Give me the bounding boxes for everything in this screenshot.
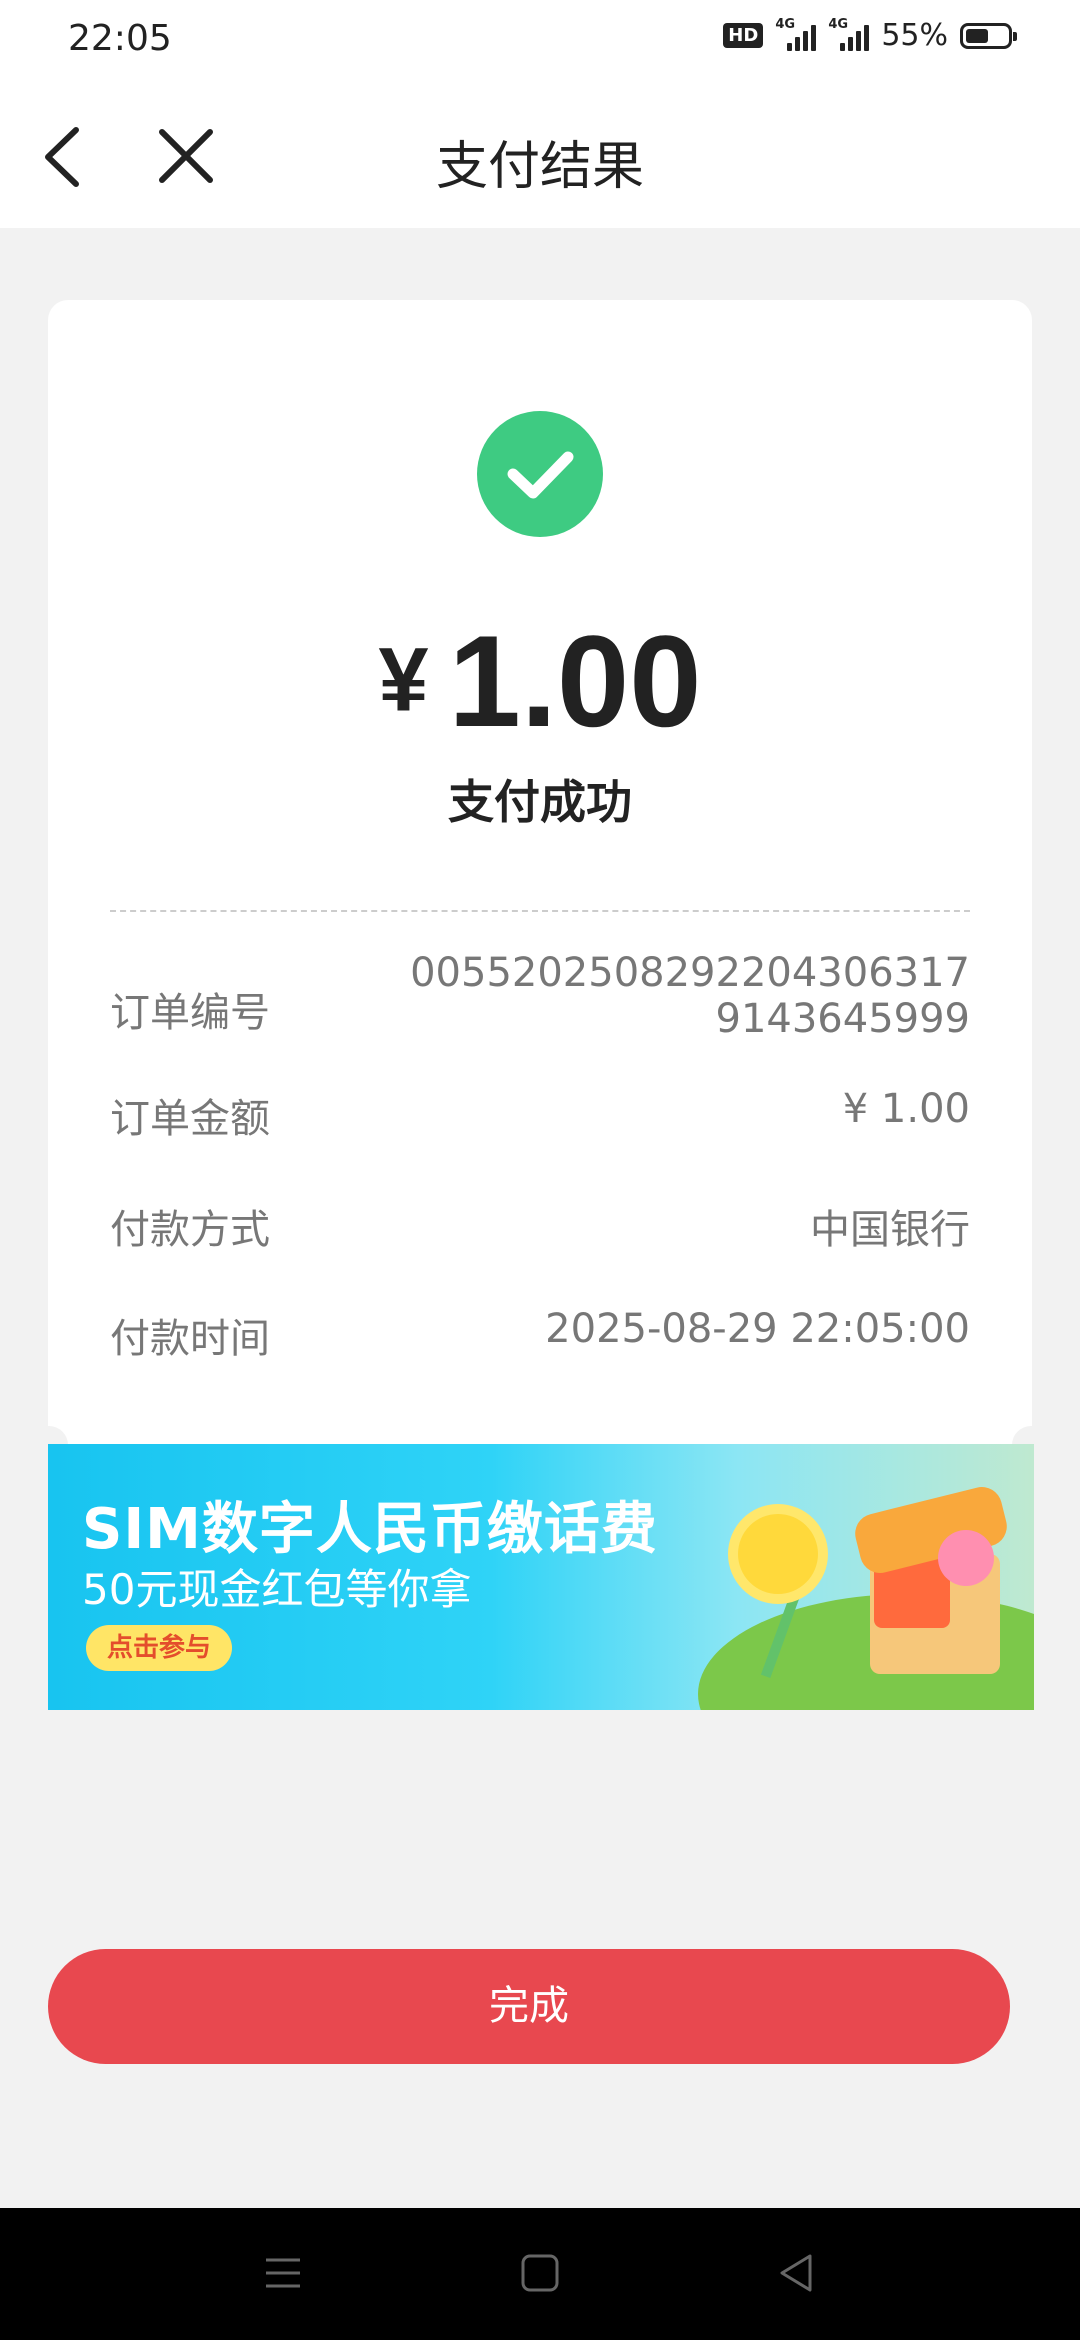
paid-amount: ¥1.00 xyxy=(0,606,1080,756)
payment-status: 支付成功 xyxy=(448,775,632,829)
system-nav-bar xyxy=(0,2208,1080,2340)
payment-time-value: 2025-08-29 22:05:00 xyxy=(545,1306,970,1352)
banner-subtitle: 50元现金红包等你拿 xyxy=(82,1565,472,1614)
promo-banner[interactable]: SIM数字人民币缴话费 50元现金红包等你拿 点击参与 xyxy=(48,1444,1034,1710)
payment-time-row: 付款时间 2025-08-29 22:05:00 xyxy=(110,1306,970,1366)
flower-graphic xyxy=(738,1514,818,1594)
order-number-value: 00552025082922043063​17 9143645999 xyxy=(410,950,970,1042)
back-triangle-icon[interactable] xyxy=(772,2248,822,2298)
battery-icon xyxy=(960,22,1017,49)
signal-icon-2: 4G xyxy=(828,17,870,51)
order-amount-row: 订单金额 ¥ 1.00 xyxy=(110,1086,970,1146)
amount-value: 1.00 xyxy=(448,608,702,754)
home-icon[interactable] xyxy=(515,2248,565,2298)
hd-badge: HD xyxy=(723,23,764,48)
signal-icon: 4G xyxy=(775,17,817,51)
clock: 22:05 xyxy=(68,18,172,59)
banner-title: SIM数字人民币缴话费 xyxy=(82,1497,658,1562)
currency-symbol: ¥ xyxy=(378,630,429,731)
payment-method-label: 付款方式 xyxy=(110,1207,270,1253)
payment-method-row: 付款方式 中国银行 xyxy=(110,1197,970,1257)
done-button[interactable]: 完成 xyxy=(48,1949,1010,2064)
payment-method-value: 中国银行 xyxy=(810,1207,970,1253)
heart-graphic xyxy=(938,1530,994,1586)
dashed-divider xyxy=(110,910,970,912)
order-amount-value: ¥ 1.00 xyxy=(842,1086,970,1132)
menu-icon[interactable] xyxy=(258,2248,308,2298)
battery-percent: 55% xyxy=(881,18,948,53)
order-number-row: 订单编号 00552025082922043063​17 9143645999 xyxy=(110,950,970,1050)
status-icons: HD 4G 4G 55% xyxy=(723,17,1017,53)
status-bar: 22:05 HD 4G 4G 55% xyxy=(0,0,1080,80)
nav-header: 支付结果 xyxy=(0,80,1080,228)
page-title: 支付结果 xyxy=(435,137,644,197)
order-amount-label: 订单金额 xyxy=(110,1096,270,1142)
payment-time-label: 付款时间 xyxy=(110,1316,270,1362)
success-check-icon xyxy=(477,411,603,537)
banner-join-button[interactable]: 点击参与 xyxy=(86,1625,232,1671)
order-number-label: 订单编号 xyxy=(110,990,270,1036)
